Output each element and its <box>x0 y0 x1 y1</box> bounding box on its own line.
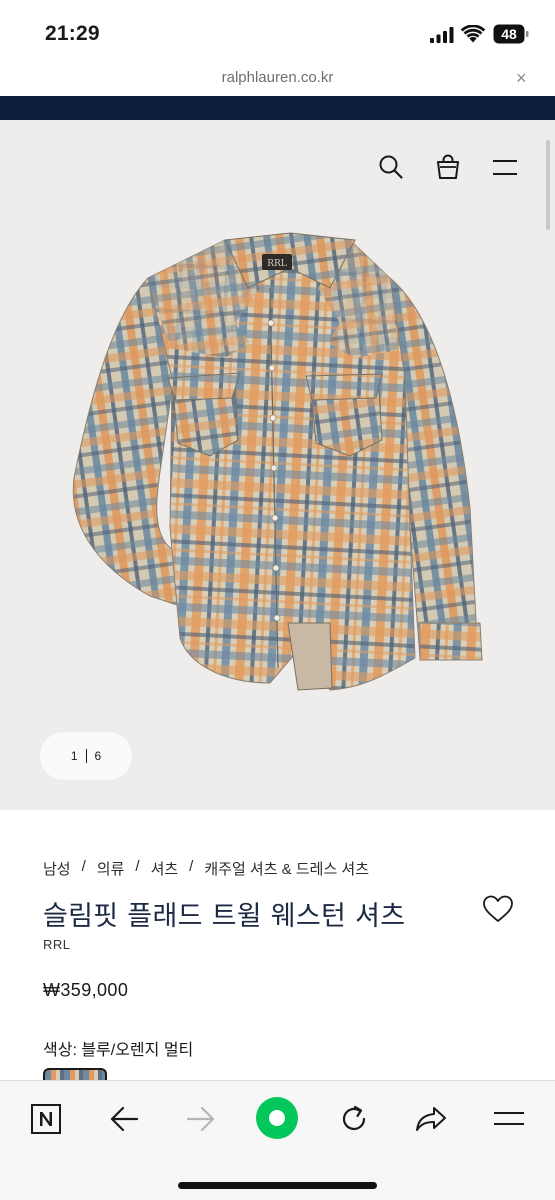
navy-banner <box>0 96 555 120</box>
menu-icon[interactable] <box>492 158 518 178</box>
pager-total: 6 <box>94 749 102 763</box>
pager-divider <box>85 749 87 763</box>
image-pager[interactable]: 1 6 <box>40 732 132 780</box>
cellular-signal-icon <box>430 27 454 43</box>
product-title: 슬림핏 플래드 트윌 웨스턴 셔츠 <box>43 901 406 932</box>
status-bar: 21:29 48 <box>0 0 555 62</box>
scrollbar[interactable] <box>546 140 550 230</box>
naver-button[interactable] <box>24 1099 68 1139</box>
green-home-icon <box>256 1097 298 1139</box>
menu-icon <box>494 1112 524 1125</box>
breadcrumb-item-shirts[interactable]: 셔츠 <box>151 858 179 879</box>
clock: 21:29 <box>45 22 100 45</box>
breadcrumb-separator: / <box>135 858 140 875</box>
home-indicator[interactable] <box>178 1182 377 1189</box>
breadcrumb-item-men[interactable]: 남성 <box>43 858 71 879</box>
browser-url-bar[interactable]: ralphlauren.co.kr × <box>0 62 555 96</box>
forward-arrow-icon <box>186 1106 215 1132</box>
back-arrow-icon <box>110 1106 139 1132</box>
share-button[interactable] <box>409 1099 453 1139</box>
browser-menu-button[interactable] <box>487 1099 531 1139</box>
green-home-button[interactable] <box>254 1095 300 1141</box>
search-icon[interactable] <box>378 154 404 180</box>
url-text[interactable]: ralphlauren.co.kr <box>0 69 555 86</box>
product-image: RRL <box>72 232 483 691</box>
refresh-button[interactable] <box>332 1099 376 1139</box>
product-price: ₩359,000 <box>43 980 129 1000</box>
back-button[interactable] <box>102 1099 146 1139</box>
heart-icon[interactable] <box>482 894 514 924</box>
pager-current: 1 <box>70 749 78 763</box>
naver-icon <box>31 1104 61 1134</box>
breadcrumb-separator: / <box>81 858 86 875</box>
breadcrumb-item-clothing[interactable]: 의류 <box>97 858 125 879</box>
share-icon <box>416 1107 446 1131</box>
forward-button[interactable] <box>179 1099 223 1139</box>
svg-text:RRL: RRL <box>267 259 287 269</box>
breadcrumb-item-casual-dress-shirts[interactable]: 캐주얼 셔츠 & 드레스 셔츠 <box>204 858 369 879</box>
wifi-icon <box>461 25 485 43</box>
product-info: 남성 / 의류 / 셔츠 / 캐주얼 셔츠 & 드레스 셔츠 슬림핏 플래드 트… <box>0 810 555 1080</box>
breadcrumb: 남성 / 의류 / 셔츠 / 캐주얼 셔츠 & 드레스 셔츠 <box>43 858 369 879</box>
browser-toolbar <box>0 1080 555 1200</box>
battery-icon: 48 <box>493 24 529 44</box>
close-icon[interactable]: × <box>516 68 527 89</box>
shopping-bag-icon[interactable] <box>436 154 460 180</box>
product-image-gallery[interactable]: RRL 1 6 <box>0 120 555 810</box>
color-swatch-selected[interactable] <box>43 1068 107 1080</box>
battery-level: 48 <box>501 26 517 42</box>
refresh-icon <box>342 1105 366 1131</box>
brand-name: RRL <box>43 937 71 952</box>
breadcrumb-separator: / <box>189 858 194 875</box>
color-label: 색상: 블루/오렌지 멀티 <box>43 1042 194 1059</box>
